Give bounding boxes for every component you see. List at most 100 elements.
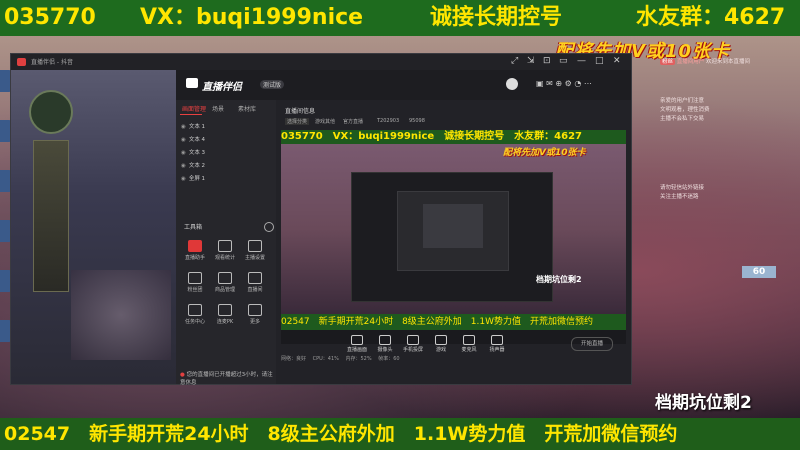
app-logo-icon [17,58,26,66]
preview-title: 直播间信息 [285,108,316,115]
tab-assets[interactable]: 素材库 [238,104,256,113]
layer-item[interactable]: ◉ 文本 1 [181,122,205,130]
top-scrolling-ticker: 035770 VX：buqi1999nice 诚接长期控号 水友群：4627 [0,0,800,36]
tool-fan-club[interactable]: 粉丝团 [182,272,208,293]
eye-icon[interactable]: ◉ [181,176,186,182]
warning-text: 您的直播间已开播超过3小时，请注意休息 [180,372,273,386]
category-select[interactable]: 选择分类 [285,118,310,125]
chat-message: 主播不会私下交易 [660,116,705,122]
mail-icon[interactable]: ✉ [546,79,553,88]
eye-icon[interactable]: ◉ [181,137,186,143]
layer-item[interactable]: ◉ 文本 2 [181,161,205,169]
live-companion-app: 直播伴侣 测试版 ▣ ✉ ⊕ ⚙ ◔ ⋯ 画面管理 场景 素材库 ◉ 文本 1 ◉… [176,70,631,386]
avatar[interactable] [506,78,518,90]
tool-host-settings[interactable]: 主播设置 [242,240,268,261]
screen-icon [248,272,262,284]
tool-label: 任务中心 [184,319,205,325]
tool-label: 粉丝团 [187,287,203,293]
tool-view-stats[interactable]: 观看统计 [212,240,238,261]
bell-icon[interactable]: ◔ [574,79,581,88]
mic-icon [463,335,475,345]
window-title: 直播伴侣 - 抖音 [31,59,73,66]
app-version-badge: 测试版 [260,80,285,89]
eye-icon[interactable]: ◉ [181,124,186,130]
layer-item[interactable]: ◉ 文本 3 [181,148,205,156]
chat-username: 直播间用户 [676,59,705,65]
chat-message: 关注主播不迷路 [660,194,699,200]
tool-live-room[interactable]: 直播间 [242,272,268,293]
streamer-app-window: 直播伴侣 - 抖音 ⤢ ⇲ ⊡ ▭ — □ ✕ 直播伴侣 测试版 ▣ ✉ ⊕ ⚙… [10,53,632,386]
layer-label: 文本 2 [188,163,206,169]
preview-slot-label: 档期坑位剩2 [536,275,582,284]
tool-products[interactable]: 商品管理 [212,272,238,293]
tool-pk[interactable]: 连麦PK [212,304,238,325]
chat-message: 文明观看，理性消费 [660,107,710,113]
warning-icon: ● [180,372,185,378]
btn-speaker[interactable]: 扬声器 [486,335,508,353]
game-character-art [71,270,171,360]
close-icon[interactable]: ✕ [613,56,621,66]
btn-mic[interactable]: 麦克风 [458,335,480,353]
preview-scene [281,144,626,314]
ticker-id: 035770 [4,5,96,30]
viewer-count: 95098 [409,118,425,124]
bottom-ticker-text: 02547 新手期开荒24小时 8级主公府外加 1.1W势力值 开荒加微信预约 [4,423,678,445]
share-icon[interactable]: ⋯ [584,79,592,88]
ptool-label: 直播画面 [346,347,367,353]
official-label: 官方直播 [343,119,364,125]
tab-scene[interactable]: 场景 [212,104,224,113]
btn-phone-cast[interactable]: 手机投屏 [402,335,424,353]
game-emblem-icon [29,90,73,134]
minimize-icon[interactable]: — [577,56,586,66]
tab-underline [180,114,202,115]
eye-icon[interactable]: ◉ [181,150,186,156]
nested-preview-inner [397,191,509,271]
ptool-label: 手机投屏 [402,347,423,353]
chat-message: 请勿轻信站外链接 [660,185,705,191]
layer-item[interactable]: ◉ 文本 4 [181,135,205,143]
game-scroll-decoration [33,140,69,292]
header-icons: ▣ ✉ ⊕ ⚙ ◔ ⋯ [536,79,592,88]
chat-text: 欢迎来到本直播间 [706,59,751,65]
gift-icon[interactable]: ▣ [536,79,544,88]
tool-label: 更多 [249,319,260,325]
btn-live-screen[interactable]: 直播画面 [346,335,368,353]
app-brand-name: 直播伴侣 [202,82,242,93]
btn-game[interactable]: 游戏 [430,335,452,353]
tool-live-assistant[interactable]: 直播助手 [182,240,208,261]
app-brand-icon [186,78,198,88]
layer-label: 文本 1 [188,124,206,130]
user-icon [218,240,232,252]
bottom-scrolling-ticker: 02547 新手期开荒24小时 8级主公府外加 1.1W势力值 开荒加微信预约 [0,418,800,450]
window-ctrl-icon[interactable]: ⊡ [543,56,551,66]
window-ctrl-icon[interactable]: ⤢ [511,56,518,66]
slot-remaining-label: 档期坑位剩2 [655,393,752,413]
maximize-icon[interactable]: □ [595,56,604,66]
sliders-icon [248,240,262,252]
scene-panel: 画面管理 场景 素材库 ◉ 文本 1 ◉ 文本 4 ◉ 文本 3 ◉ 文本 2 ◉ 全屏 … [176,100,276,386]
heart-icon [188,272,202,284]
app-header: 直播伴侣 测试版 ▣ ✉ ⊕ ⚙ ◔ ⋯ [176,70,631,100]
category-value: 游戏其他 [315,119,336,125]
tool-task-center[interactable]: 任务中心 [182,304,208,325]
bag-icon [218,272,232,284]
tab-scene-management[interactable]: 画面管理 [182,104,206,113]
settings-icon[interactable]: ⚙ [565,79,572,88]
start-live-button[interactable]: 开始直播 [571,337,613,351]
lock-icon[interactable]: ⊕ [555,79,562,88]
window-ctrl-icon[interactable]: ⇲ [527,56,535,66]
pk-icon [218,304,232,316]
layer-label: 文本 3 [188,150,206,156]
eye-icon[interactable]: ◉ [181,163,186,169]
window-ctrl-icon[interactable]: ▭ [559,56,568,66]
toolbox-more-icon[interactable] [264,222,274,232]
tool-label: 直播间 [247,287,263,293]
btn-camera[interactable]: 摄像头 [374,335,396,353]
layer-item[interactable]: ◉ 全屏 1 [181,174,205,182]
tool-more[interactable]: 更多 [242,304,268,325]
monitor-icon [351,335,363,345]
speaker-icon [491,335,503,345]
tool-label: 直播助手 [184,255,205,261]
preview-ticker: 035770 VX：buqi1999nice 诚接长期控号 水友群：4627 [281,130,626,144]
task-icon [188,304,202,316]
